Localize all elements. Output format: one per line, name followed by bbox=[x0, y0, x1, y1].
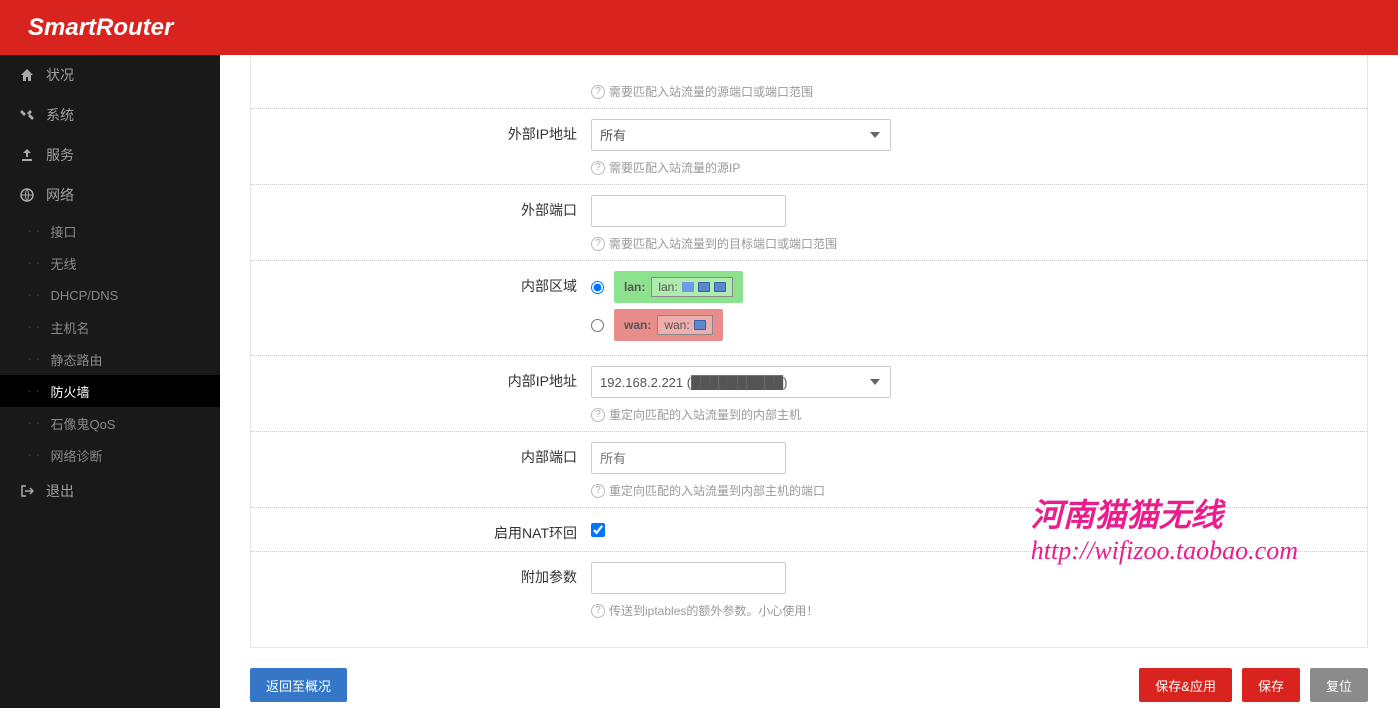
row-sourceport-help: ?需要匹配入站流量的源端口或端口范围 bbox=[251, 65, 1367, 108]
globe-icon bbox=[20, 188, 34, 202]
home-icon bbox=[20, 68, 34, 82]
label-internal-ip: 内部IP地址 bbox=[251, 364, 591, 391]
sidebar-label: 系统 bbox=[46, 105, 74, 125]
zone-badge-lan: lan: lan: bbox=[614, 271, 743, 303]
sidebar-label: 服务 bbox=[46, 145, 74, 165]
row-external-port: 外部端口 ?需要匹配入站流量到的目标端口或端口范围 bbox=[251, 184, 1367, 260]
sidebar-item-system[interactable]: 系统 bbox=[0, 95, 220, 135]
row-internal-zone: 内部区域 lan: lan: wan: wan: bbox=[251, 260, 1367, 355]
row-internal-port: 内部端口 ?重定向匹配的入站流量到内部主机的端口 bbox=[251, 431, 1367, 507]
app-title: SmartRouter bbox=[28, 14, 173, 42]
tools-icon bbox=[20, 108, 34, 122]
form-panel: ?需要匹配入站流量的源端口或端口范围 外部IP地址 所有 ?需要匹配入站流量的源… bbox=[250, 55, 1368, 648]
label-nat-loop: 启用NAT环回 bbox=[251, 516, 591, 543]
sidebar-item-dhcpdns[interactable]: DHCP/DNS bbox=[0, 279, 220, 311]
net-icon bbox=[698, 282, 710, 292]
save-apply-button[interactable]: 保存&应用 bbox=[1139, 668, 1232, 702]
sidebar-label: 退出 bbox=[46, 481, 74, 501]
zone-radio-lan[interactable] bbox=[591, 281, 604, 294]
save-button[interactable]: 保存 bbox=[1242, 668, 1300, 702]
sidebar-item-firewall[interactable]: 防火墙 bbox=[0, 375, 220, 407]
zone-badge-wan: wan: wan: bbox=[614, 309, 723, 341]
sidebar-item-diag[interactable]: 网络诊断 bbox=[0, 439, 220, 471]
sidebar-item-status[interactable]: 状况 bbox=[0, 55, 220, 95]
nat-loop-checkbox[interactable] bbox=[591, 523, 605, 537]
row-nat-loop: 启用NAT环回 bbox=[251, 507, 1367, 551]
sidebar-item-logout[interactable]: 退出 bbox=[0, 471, 220, 511]
sidebar-item-staticroute[interactable]: 静态路由 bbox=[0, 343, 220, 375]
label-extra: 附加参数 bbox=[251, 560, 591, 587]
footer: 返回至概况 保存&应用 保存 复位 bbox=[250, 648, 1368, 708]
upload-icon bbox=[20, 148, 34, 162]
external-ip-select[interactable]: 所有 bbox=[591, 119, 891, 151]
back-button[interactable]: 返回至概况 bbox=[250, 668, 347, 702]
help-icon: ? bbox=[591, 484, 605, 498]
extra-input[interactable] bbox=[591, 562, 786, 594]
zone-option-lan[interactable]: lan: lan: bbox=[591, 271, 1367, 303]
sidebar-item-wireless[interactable]: 无线 bbox=[0, 247, 220, 279]
label-external-port: 外部端口 bbox=[251, 193, 591, 220]
logout-icon bbox=[20, 484, 34, 498]
sidebar-label: 网络 bbox=[46, 185, 74, 205]
row-extra: 附加参数 ?传送到iptables的额外参数。小心使用！ bbox=[251, 551, 1367, 627]
app-header: SmartRouter bbox=[0, 0, 1398, 55]
zone-option-wan[interactable]: wan: wan: bbox=[591, 309, 1367, 341]
external-port-input[interactable] bbox=[591, 195, 786, 227]
label-external-ip: 外部IP地址 bbox=[251, 117, 591, 144]
help-icon: ? bbox=[591, 237, 605, 251]
internal-ip-select[interactable]: 192.168.2.221 (██████████) bbox=[591, 366, 891, 398]
net-icon bbox=[694, 320, 706, 330]
sidebar-item-qos[interactable]: 石像鬼QoS bbox=[0, 407, 220, 439]
help-icon: ? bbox=[591, 408, 605, 422]
sidebar-item-network[interactable]: 网络 bbox=[0, 175, 220, 215]
label-internal-port: 内部端口 bbox=[251, 440, 591, 467]
row-internal-ip: 内部IP地址 192.168.2.221 (██████████) ?重定向匹配… bbox=[251, 355, 1367, 431]
sidebar-item-services[interactable]: 服务 bbox=[0, 135, 220, 175]
sidebar-label: 状况 bbox=[46, 65, 74, 85]
help-icon: ? bbox=[591, 604, 605, 618]
reset-button[interactable]: 复位 bbox=[1310, 668, 1368, 702]
net-icon bbox=[682, 282, 694, 292]
zone-radio-wan[interactable] bbox=[591, 319, 604, 332]
label-internal-zone: 内部区域 bbox=[251, 269, 591, 296]
help-icon: ? bbox=[591, 85, 605, 99]
sidebar: 状况 系统 服务 网络 接口 无线 DHCP/DNS 主机名 静态路由 防火墙 … bbox=[0, 55, 220, 708]
help-icon: ? bbox=[591, 161, 605, 175]
sidebar-item-interface[interactable]: 接口 bbox=[0, 215, 220, 247]
row-external-ip: 外部IP地址 所有 ?需要匹配入站流量的源IP bbox=[251, 108, 1367, 184]
internal-port-input[interactable] bbox=[591, 442, 786, 474]
sidebar-item-hostname[interactable]: 主机名 bbox=[0, 311, 220, 343]
net-icon bbox=[714, 282, 726, 292]
main-content: ?需要匹配入站流量的源端口或端口范围 外部IP地址 所有 ?需要匹配入站流量的源… bbox=[220, 55, 1398, 708]
